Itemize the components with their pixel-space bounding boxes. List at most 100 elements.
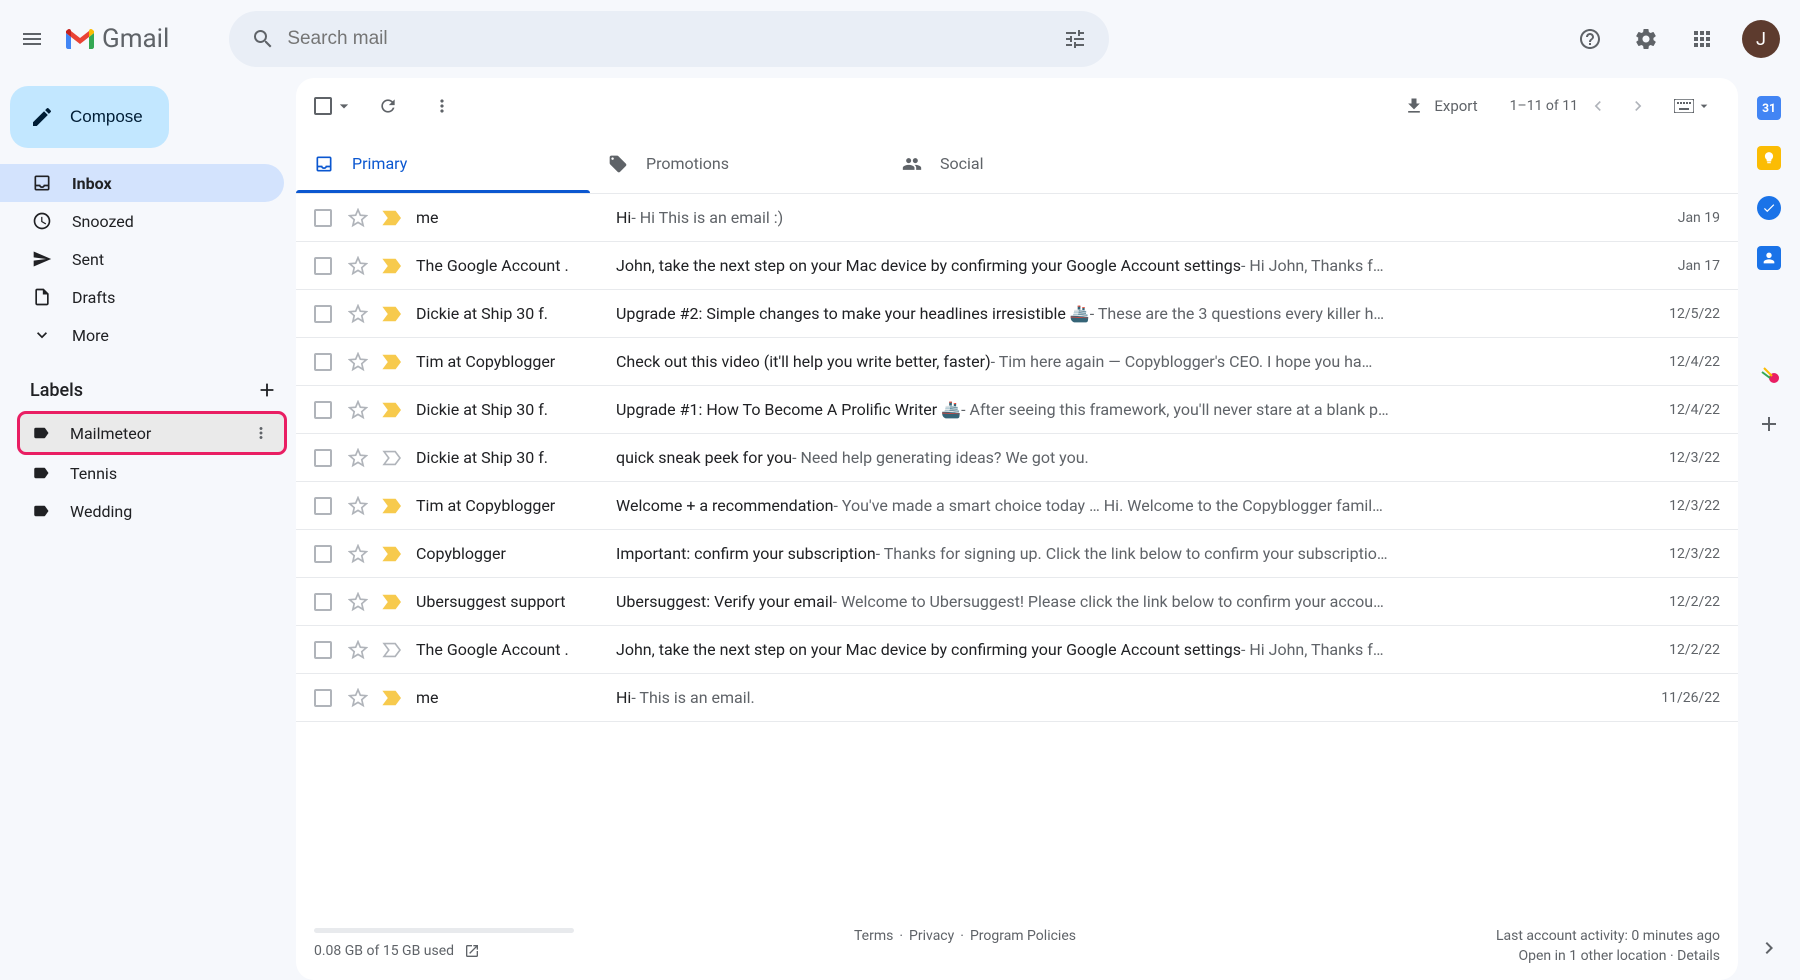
important-marker[interactable] (382, 594, 402, 610)
next-page-button[interactable] (1618, 86, 1658, 126)
important-marker[interactable] (382, 258, 402, 274)
star-button[interactable] (348, 688, 368, 708)
select-email-checkbox[interactable] (314, 353, 332, 371)
star-button[interactable] (348, 256, 368, 276)
compose-label: Compose (70, 107, 143, 127)
select-email-checkbox[interactable] (314, 449, 332, 467)
tab-label: Primary (352, 154, 407, 173)
apps-button[interactable] (1678, 15, 1726, 63)
privacy-link[interactable]: Privacy (909, 928, 954, 944)
important-marker[interactable] (382, 546, 402, 562)
star-button[interactable] (348, 592, 368, 612)
add-label-button[interactable] (256, 379, 278, 401)
gmail-logo[interactable]: Gmail (64, 24, 169, 54)
important-marker[interactable] (382, 498, 402, 514)
select-email-checkbox[interactable] (314, 497, 332, 515)
email-row[interactable]: Copyblogger Important: confirm your subs… (296, 530, 1738, 578)
star-button[interactable] (348, 208, 368, 228)
important-marker[interactable] (382, 690, 402, 706)
sidebar-nav-inbox[interactable]: Inbox (0, 164, 284, 202)
side-app-calendar[interactable]: 31 (1757, 96, 1781, 120)
email-row[interactable]: Ubersuggest support Ubersuggest: Verify … (296, 578, 1738, 626)
policies-link[interactable]: Program Policies (970, 928, 1076, 944)
refresh-icon (378, 96, 398, 116)
refresh-button[interactable] (368, 86, 408, 126)
important-marker[interactable] (382, 642, 402, 658)
important-marker[interactable] (382, 210, 402, 226)
star-button[interactable] (348, 544, 368, 564)
add-addon-button[interactable] (1757, 412, 1781, 436)
tab-social[interactable]: Social (884, 134, 1178, 193)
select-email-checkbox[interactable] (314, 593, 332, 611)
email-row[interactable]: Tim at Copyblogger Check out this video … (296, 338, 1738, 386)
email-sender: me (416, 688, 616, 707)
plus-icon (1757, 412, 1781, 436)
email-subject-area: quick sneak peek for you - Need help gen… (616, 448, 1653, 467)
email-date: Jan 19 (1678, 210, 1720, 226)
star-button[interactable] (348, 304, 368, 324)
label-more-button[interactable] (252, 424, 270, 442)
prev-page-button[interactable] (1578, 86, 1618, 126)
email-subject-area: Upgrade #2: Simple changes to make your … (616, 304, 1653, 323)
sidebar-nav-sent[interactable]: Sent (0, 240, 284, 278)
sidebar-nav-more[interactable]: More (0, 316, 284, 354)
important-marker[interactable] (382, 306, 402, 322)
account-avatar[interactable]: J (1742, 20, 1780, 58)
email-subject-area: Important: confirm your subscription - T… (616, 544, 1653, 563)
search-input[interactable] (287, 28, 1051, 50)
settings-button[interactable] (1622, 15, 1670, 63)
star-button[interactable] (348, 352, 368, 372)
tab-primary[interactable]: Primary (296, 134, 590, 193)
star-button[interactable] (348, 400, 368, 420)
star-button[interactable] (348, 448, 368, 468)
search-options-button[interactable] (1051, 15, 1099, 63)
email-row[interactable]: Dickie at Ship 30 f. Upgrade #1: How To … (296, 386, 1738, 434)
star-button[interactable] (348, 640, 368, 660)
select-all-checkbox[interactable] (314, 96, 354, 116)
star-button[interactable] (348, 496, 368, 516)
email-row[interactable]: The Google Account . John, take the next… (296, 626, 1738, 674)
select-email-checkbox[interactable] (314, 545, 332, 563)
email-row[interactable]: me Hi - This is an email. 11/26/22 (296, 674, 1738, 722)
important-marker[interactable] (382, 402, 402, 418)
sidebar-nav-drafts[interactable]: Drafts (0, 278, 284, 316)
email-row[interactable]: Tim at Copyblogger Welcome + a recommend… (296, 482, 1738, 530)
side-meteor-icon[interactable] (1754, 358, 1784, 388)
label-item-mailmeteor[interactable]: Mailmeteor (20, 414, 284, 452)
side-app-keep[interactable] (1757, 146, 1781, 170)
email-row[interactable]: Dickie at Ship 30 f. Upgrade #2: Simple … (296, 290, 1738, 338)
select-email-checkbox[interactable] (314, 641, 332, 659)
terms-link[interactable]: Terms (854, 928, 893, 944)
sidebar-nav-snoozed[interactable]: Snoozed (0, 202, 284, 240)
select-email-checkbox[interactable] (314, 305, 332, 323)
email-row[interactable]: Dickie at Ship 30 f. quick sneak peek fo… (296, 434, 1738, 482)
label-item-tennis[interactable]: Tennis (0, 454, 284, 492)
select-email-checkbox[interactable] (314, 209, 332, 227)
more-vert-icon (432, 96, 452, 116)
tab-promotions[interactable]: Promotions (590, 134, 884, 193)
support-button[interactable] (1566, 15, 1614, 63)
collapse-side-panel-button[interactable] (1757, 936, 1781, 960)
select-email-checkbox[interactable] (314, 689, 332, 707)
input-tools-button[interactable] (1674, 98, 1712, 114)
open-in-new-icon[interactable] (464, 943, 480, 959)
main-menu-button[interactable] (8, 15, 56, 63)
important-marker[interactable] (382, 354, 402, 370)
arrow-drop-down-icon (1696, 98, 1712, 114)
important-marker[interactable] (382, 450, 402, 466)
pencil-icon (30, 105, 54, 129)
side-app-contacts[interactable] (1757, 246, 1781, 270)
select-email-checkbox[interactable] (314, 257, 332, 275)
email-row[interactable]: me Hi - Hi This is an email :) Jan 19 (296, 194, 1738, 242)
email-date: 12/5/22 (1669, 306, 1720, 322)
search-button[interactable] (239, 15, 287, 63)
gmail-logo-icon (64, 27, 96, 51)
email-row[interactable]: The Google Account . John, take the next… (296, 242, 1738, 290)
more-actions-button[interactable] (422, 86, 462, 126)
export-button[interactable]: Export (1404, 96, 1477, 116)
label-item-wedding[interactable]: Wedding (0, 492, 284, 530)
select-email-checkbox[interactable] (314, 401, 332, 419)
details-link[interactable]: Details (1677, 948, 1720, 964)
compose-button[interactable]: Compose (10, 86, 169, 148)
side-app-tasks[interactable] (1757, 196, 1781, 220)
